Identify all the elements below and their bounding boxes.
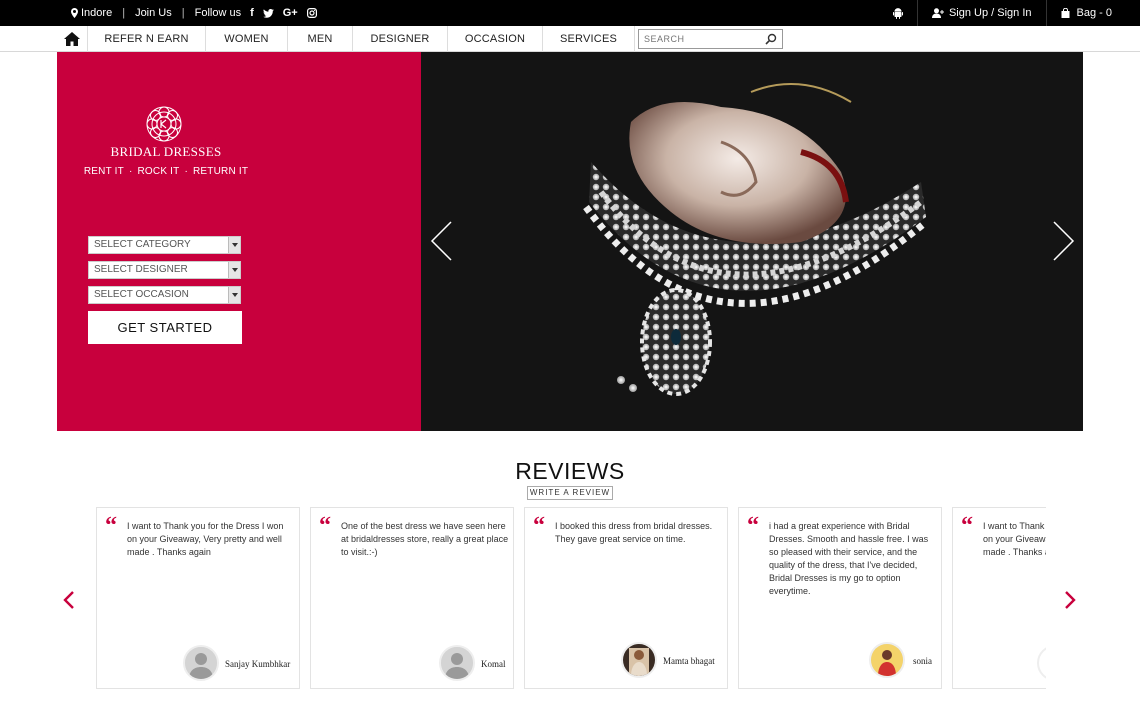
bag-label: Bag - 0 [1076,7,1112,19]
search-box [638,29,783,49]
avatar [183,645,219,681]
quote-icon: “ [961,513,973,539]
instagram-icon[interactable] [306,8,317,18]
top-bar: Indore | Join Us | Follow us f G+ Sign U… [0,0,1140,26]
quote-icon: “ [533,513,545,539]
tagline-rock-it: ROCK IT [137,166,180,177]
nav-men[interactable]: MEN [287,26,352,52]
quote-icon: “ [105,513,117,539]
reviewer-name: Mamta bhagat [663,656,715,666]
user-photo [623,644,655,676]
review-card: “ One of the best dress we have seen her… [310,507,514,689]
brand-name: BRIDAL DRESSES [110,144,222,159]
select-occasion-value: SELECT OCCASION [94,289,189,300]
main-nav: REFER N EARN WOMEN MEN DESIGNER OCCASION… [0,26,1140,52]
quote-icon: “ [747,513,759,539]
search-icon[interactable] [765,33,777,45]
location-label: Indore [81,7,113,19]
hero-slide-image [421,52,1083,431]
slider-next-arrow-icon[interactable] [1052,220,1076,262]
user-plus-icon [931,8,944,18]
reviewer-name: sonia [913,656,932,666]
reviews-next-chevron-icon[interactable] [1063,590,1077,610]
android-app-link[interactable] [879,0,917,26]
location-link[interactable]: Indore [71,7,112,19]
nav-designer[interactable]: DESIGNER [352,26,447,52]
top-bar-left: Indore | Join Us | Follow us f G+ [71,0,317,26]
default-user-icon [185,647,217,679]
avatar [621,642,657,678]
user-photo [871,644,903,676]
map-pin-icon [71,8,78,18]
review-text: I want to Thank you for the Dress I won … [983,521,1046,557]
review-text: One of the best dress we have seen here … [341,521,509,557]
slider-prev-arrow-icon[interactable] [429,220,453,262]
top-bar-right: Sign Up / Sign In Bag - 0 [879,0,1140,26]
default-user-icon [441,647,473,679]
reviews-prev-chevron-icon[interactable] [62,590,76,610]
nav-services[interactable]: SERVICES [542,26,635,52]
review-card: “ I want to Thank you for the Dress I wo… [952,507,1046,689]
sign-in-label: Sign Up / Sign In [948,7,1032,19]
avatar [869,642,905,678]
tagline-separator: · [184,166,188,177]
nav-refer-n-earn[interactable]: REFER N EARN [87,26,205,52]
follow-us-label: Follow us [194,7,242,19]
google-plus-icon[interactable]: G+ [283,7,298,19]
search-input[interactable] [639,30,763,48]
join-us-link[interactable]: Join Us [135,7,172,19]
write-review-button[interactable]: WRITE A REVIEW [527,486,613,500]
hero-banner: BRIDAL DRESSES RENT IT · ROCK IT · RETURN IT… [57,52,1083,431]
review-text: I want to Thank you for the Dress I won … [127,521,284,557]
brand-tagline: RENT IT · ROCK IT · RETURN IT [77,166,255,177]
chevron-down-icon[interactable] [228,237,240,253]
shopping-bag-icon [1061,8,1070,18]
select-occasion-dropdown[interactable]: SELECT OCCASION [88,286,241,304]
avatar [1037,645,1046,681]
twitter-icon[interactable] [262,8,274,18]
reviewer-name: Komal [481,659,506,669]
hero-search-panel: BRIDAL DRESSES RENT IT · ROCK IT · RETURN IT… [57,52,421,431]
select-designer-value: SELECT DESIGNER [94,264,188,275]
avatar [439,645,475,681]
bridal-dresses-logo-mark [146,106,182,142]
sign-in-link[interactable]: Sign Up / Sign In [916,0,1046,26]
tagline-separator: · [128,166,133,177]
reviews-carousel: “ I want to Thank you for the Dress I wo… [96,507,1046,689]
review-card: “ I want to Thank you for the Dress I wo… [96,507,300,689]
review-card: “ i had a great experience with Bridal D… [738,507,942,689]
divider: | [122,7,126,19]
review-text: i had a great experience with Bridal Dre… [769,521,929,596]
review-text: I booked this dress from bridal dresses.… [555,521,713,544]
jewelry-necklace-image [421,52,1083,431]
divider: | [181,7,185,19]
select-category-value: SELECT CATEGORY [94,239,191,250]
review-card: “ I booked this dress from bridal dresse… [524,507,728,689]
bag-link[interactable]: Bag - 0 [1045,0,1140,26]
quote-icon: “ [319,513,331,539]
home-icon[interactable] [64,32,80,46]
get-started-button[interactable]: GET STARTED [88,311,242,344]
select-designer-dropdown[interactable]: SELECT DESIGNER [88,261,241,279]
tagline-return-it: RETURN IT [193,166,249,177]
reviews-heading: REVIEWS [515,458,625,484]
facebook-icon[interactable]: f [250,7,254,19]
nav-occasion[interactable]: OCCASION [447,26,542,52]
reviewer-name: Sanjay Kumbhkar [225,659,291,669]
nav-links: REFER N EARN WOMEN MEN DESIGNER OCCASION… [87,26,635,52]
chevron-down-icon[interactable] [228,287,240,303]
select-category-dropdown[interactable]: SELECT CATEGORY [88,236,241,254]
tagline-rent-it: RENT IT [83,166,124,177]
chevron-down-icon[interactable] [228,262,240,278]
nav-women[interactable]: WOMEN [205,26,287,52]
android-icon [892,7,903,19]
